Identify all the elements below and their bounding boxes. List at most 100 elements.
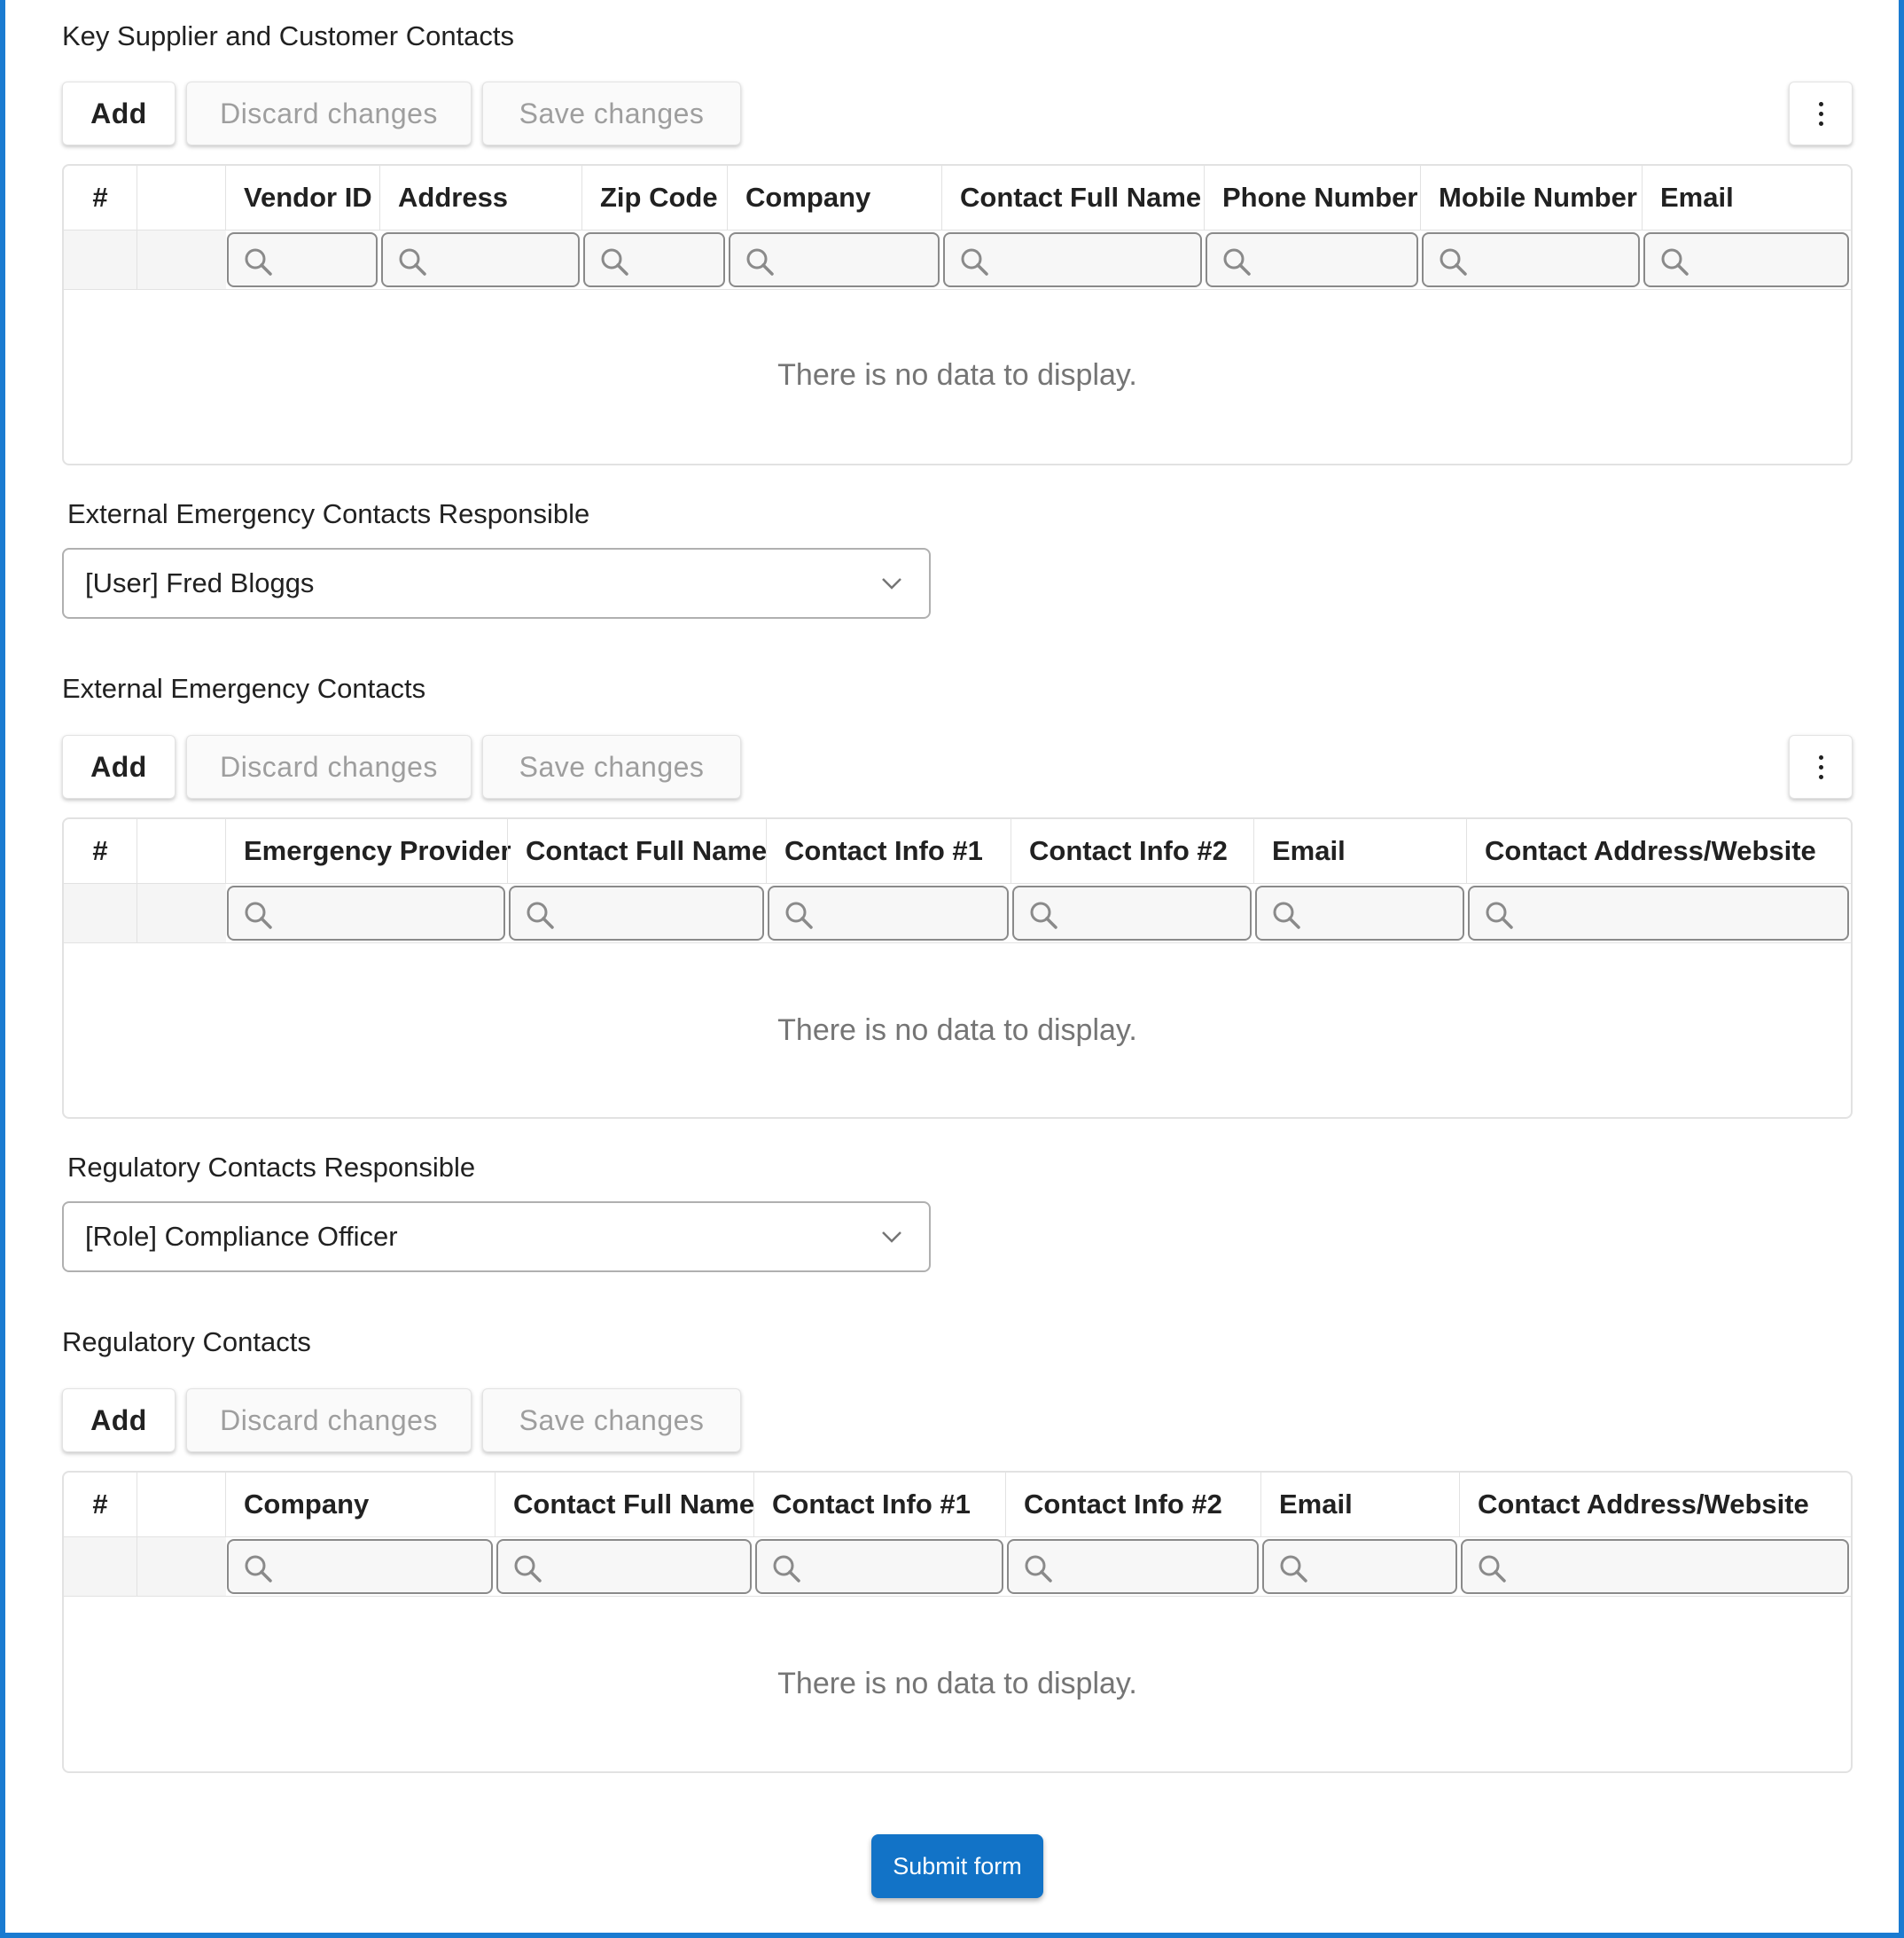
- discard-changes-button[interactable]: Discard changes: [186, 1388, 472, 1452]
- emergency-contacts-responsible-label: External Emergency Contacts Responsible: [67, 498, 590, 529]
- filter-contact-info-2-input[interactable]: [1007, 1539, 1259, 1594]
- filter-contact-info-2-input[interactable]: [1012, 886, 1252, 941]
- empty-grid-message: There is no data to display.: [777, 358, 1137, 392]
- search-icon: [961, 248, 988, 276]
- filter-zip-code-input[interactable]: [583, 232, 725, 287]
- filter-email-input[interactable]: [1255, 886, 1464, 941]
- column-header-contact-full-name[interactable]: Contact Full Name: [495, 1473, 754, 1536]
- key-contacts-grid: # Vendor ID Address Zip Code Company Con…: [62, 164, 1853, 465]
- filter-company-input[interactable]: [227, 1539, 493, 1594]
- save-changes-button[interactable]: Save changes: [482, 735, 741, 799]
- search-icon: [746, 248, 774, 276]
- more-options-button[interactable]: [1789, 735, 1853, 799]
- column-header-company[interactable]: Company: [225, 1473, 495, 1536]
- search-icon: [1280, 1555, 1307, 1582]
- search-icon: [785, 902, 813, 929]
- column-header-index: #: [92, 835, 108, 866]
- column-header-company[interactable]: Company: [727, 166, 941, 230]
- filter-contact-info-1-input[interactable]: [755, 1539, 1003, 1594]
- filter-cell-index: [64, 231, 137, 289]
- column-header-vendor-id[interactable]: Vendor ID: [225, 166, 379, 230]
- column-header-contact-full-name[interactable]: Contact Full Name: [507, 819, 767, 883]
- filter-phone-number-input[interactable]: [1206, 232, 1418, 287]
- empty-grid-message: There is no data to display.: [777, 1013, 1137, 1047]
- column-header-email[interactable]: Email: [1642, 166, 1851, 230]
- regulatory-contacts-responsible-select[interactable]: [Role] Compliance Officer: [62, 1201, 931, 1272]
- column-header-emergency-provider[interactable]: Emergency Provider: [225, 819, 511, 883]
- column-header-contact-info-1[interactable]: Contact Info #1: [766, 819, 1011, 883]
- search-icon: [1661, 248, 1689, 276]
- filter-cell-blank: [137, 884, 226, 942]
- column-header-blank: [137, 819, 225, 883]
- column-header-zip-code[interactable]: Zip Code: [581, 166, 727, 230]
- more-options-button[interactable]: [1789, 82, 1853, 145]
- discard-changes-button[interactable]: Discard changes: [186, 735, 472, 799]
- column-header-email[interactable]: Email: [1253, 819, 1466, 883]
- filter-address-input[interactable]: [381, 232, 580, 287]
- column-header-contact-info-2[interactable]: Contact Info #2: [1011, 819, 1253, 883]
- filter-vendor-id-input[interactable]: [227, 232, 378, 287]
- add-button[interactable]: Add: [62, 735, 176, 799]
- filter-contact-full-name-input[interactable]: [496, 1539, 752, 1594]
- search-icon: [245, 1555, 272, 1582]
- regulatory-contacts-responsible-label: Regulatory Contacts Responsible: [67, 1152, 476, 1183]
- grid-header: # Company Contact Full Name Contact Info…: [64, 1473, 1851, 1537]
- grid-header: # Vendor ID Address Zip Code Company Con…: [64, 166, 1851, 231]
- search-icon: [1273, 902, 1300, 929]
- column-header-contact-full-name[interactable]: Contact Full Name: [941, 166, 1204, 230]
- filter-company-input[interactable]: [729, 232, 940, 287]
- section-title-external-emergency-contacts: External Emergency Contacts: [62, 673, 426, 704]
- filter-row: [64, 231, 1851, 290]
- emergency-contacts-responsible-select[interactable]: [User] Fred Bloggs: [62, 548, 931, 619]
- filter-mobile-number-input[interactable]: [1422, 232, 1640, 287]
- column-header-email[interactable]: Email: [1260, 1473, 1459, 1536]
- save-changes-button[interactable]: Save changes: [482, 82, 741, 145]
- form-frame: Key Supplier and Customer Contacts Add D…: [0, 0, 1904, 1938]
- filter-email-input[interactable]: [1262, 1539, 1457, 1594]
- filter-contact-address-website-input[interactable]: [1461, 1539, 1849, 1594]
- search-icon: [514, 1555, 542, 1582]
- column-header-blank: [137, 166, 225, 230]
- column-header-contact-address-website[interactable]: Contact Address/Website: [1459, 1473, 1851, 1536]
- filter-cell-index: [64, 884, 137, 942]
- search-icon: [601, 248, 628, 276]
- column-header-address[interactable]: Address: [379, 166, 581, 230]
- filter-email-input[interactable]: [1643, 232, 1849, 287]
- filter-emergency-provider-input[interactable]: [227, 886, 505, 941]
- empty-grid-message: There is no data to display.: [777, 1667, 1137, 1700]
- filter-contact-address-website-input[interactable]: [1468, 886, 1849, 941]
- add-button[interactable]: Add: [62, 1388, 176, 1452]
- column-header-contact-info-2[interactable]: Contact Info #2: [1005, 1473, 1260, 1536]
- filter-contact-info-1-input[interactable]: [768, 886, 1009, 941]
- column-header-contact-address-website[interactable]: Contact Address/Website: [1466, 819, 1851, 883]
- search-icon: [399, 248, 426, 276]
- chevron-down-icon: [882, 578, 901, 590]
- section-title-regulatory-contacts: Regulatory Contacts: [62, 1326, 311, 1357]
- submit-form-button[interactable]: Submit form: [871, 1834, 1043, 1898]
- column-header-contact-info-1[interactable]: Contact Info #1: [753, 1473, 1005, 1536]
- column-header-mobile-number[interactable]: Mobile Number: [1420, 166, 1642, 230]
- filter-cell-blank: [137, 1537, 226, 1596]
- filter-cell-index: [64, 1537, 137, 1596]
- search-icon: [245, 902, 272, 929]
- search-icon: [1223, 248, 1251, 276]
- filter-row: [64, 1537, 1851, 1597]
- save-changes-button[interactable]: Save changes: [482, 1388, 741, 1452]
- more-vertical-icon: [1819, 102, 1824, 127]
- filter-contact-full-name-input[interactable]: [943, 232, 1202, 287]
- select-value: [User] Fred Bloggs: [85, 567, 315, 598]
- filter-cell-blank: [137, 231, 226, 289]
- more-vertical-icon: [1819, 755, 1824, 780]
- column-header-phone-number[interactable]: Phone Number: [1204, 166, 1420, 230]
- discard-changes-button[interactable]: Discard changes: [186, 82, 472, 145]
- filter-contact-full-name-input[interactable]: [509, 886, 764, 941]
- search-icon: [1486, 902, 1513, 929]
- column-header-blank: [137, 1473, 225, 1536]
- emergency-contacts-grid: # Emergency Provider Contact Full Name C…: [62, 817, 1853, 1119]
- emergency-contacts-toolbar: Add Discard changes Save changes: [62, 735, 1853, 801]
- search-icon: [1479, 1555, 1506, 1582]
- column-header-index: #: [92, 1489, 108, 1520]
- search-icon: [773, 1555, 800, 1582]
- add-button[interactable]: Add: [62, 82, 176, 145]
- grid-header: # Emergency Provider Contact Full Name C…: [64, 819, 1851, 884]
